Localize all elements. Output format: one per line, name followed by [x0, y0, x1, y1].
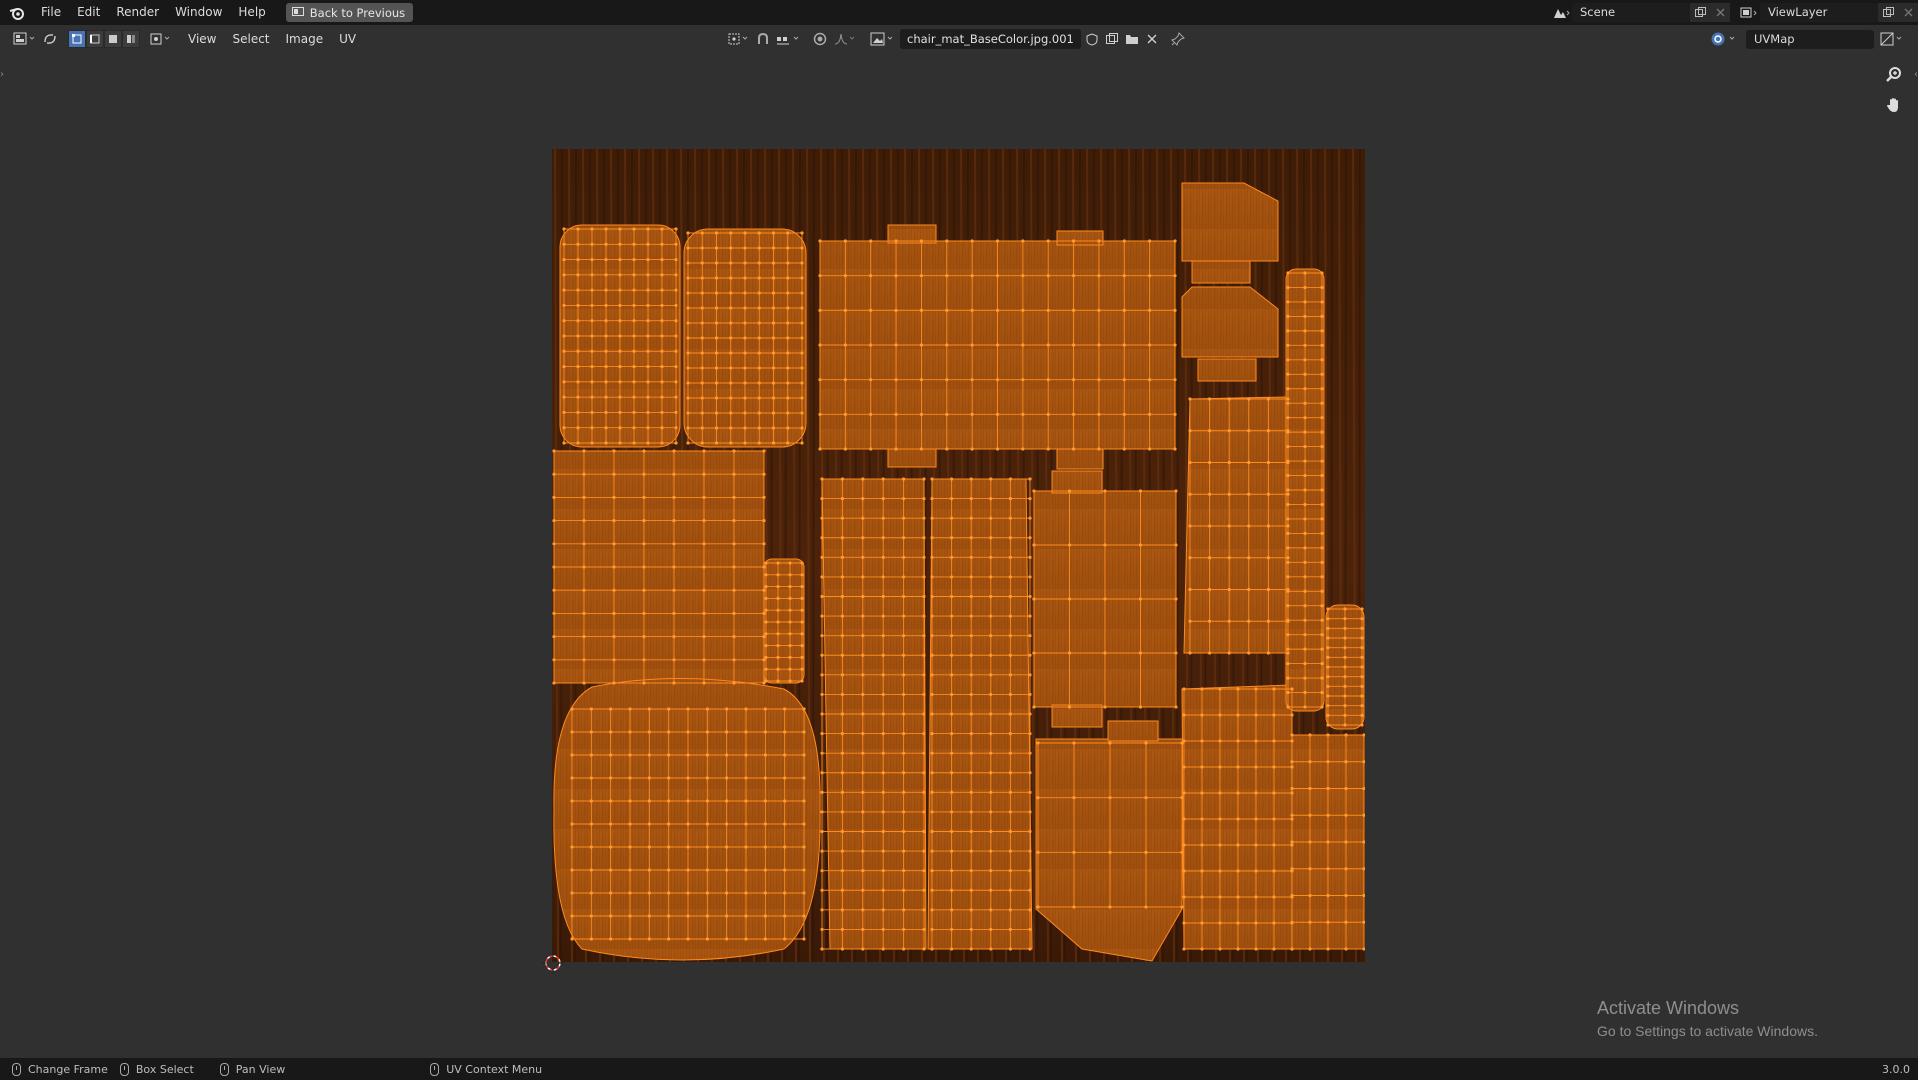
scene-name-field[interactable]: Scene — [1572, 3, 1690, 22]
uv-island[interactable] — [1181, 286, 1279, 358]
edge-select-icon[interactable] — [86, 30, 104, 48]
view-layer-selector[interactable]: ViewLayer — [1738, 3, 1918, 22]
menu-uv[interactable]: UV — [331, 27, 364, 52]
mouse-middle-icon — [219, 1062, 229, 1076]
snap-increment-icon[interactable] — [774, 29, 804, 49]
uv-island[interactable] — [1197, 358, 1257, 382]
2d-cursor-icon[interactable] — [542, 952, 564, 974]
uv-island-tab[interactable] — [1107, 720, 1159, 742]
uv-editor-viewport[interactable]: › ‹ Activate Windows Go to Settings to a… — [0, 53, 1918, 1058]
zoom-icon[interactable] — [1882, 63, 1906, 87]
browse-image-icon[interactable] — [868, 29, 898, 49]
falloff-icon[interactable] — [832, 29, 860, 49]
status-box-select: Box Select — [119, 1062, 194, 1076]
view-layer-icon[interactable] — [1738, 3, 1760, 22]
view-layer-field[interactable]: ViewLayer — [1760, 3, 1878, 22]
uv-island[interactable] — [553, 678, 821, 961]
status-bar: Change Frame Box Select Pan View UV Cont… — [0, 1058, 1918, 1080]
vertex-select-icon[interactable] — [68, 30, 86, 48]
image-name-field[interactable]: chair_mat_BaseColor.jpg.001 — [900, 29, 1081, 49]
face-select-icon[interactable] — [104, 30, 122, 48]
mouse-right-icon — [430, 1062, 440, 1076]
uv-map-field[interactable]: UVMap — [1746, 29, 1874, 49]
mouse-left-icon — [12, 1062, 21, 1076]
toolbar-expand-arrow-icon[interactable]: › — [0, 69, 4, 80]
menu-file[interactable]: File — [33, 0, 69, 25]
overlays-icon[interactable] — [1708, 29, 1742, 49]
unlink-image-icon[interactable] — [1143, 29, 1161, 49]
mouse-drag-icon — [119, 1062, 129, 1076]
proportional-editing-icon[interactable] — [810, 29, 830, 49]
screen-icon — [291, 6, 304, 20]
uv-island-tab[interactable] — [1056, 448, 1104, 470]
open-image-folder-icon[interactable] — [1123, 29, 1141, 49]
uv-island[interactable] — [1181, 684, 1293, 950]
uv-island[interactable] — [763, 558, 805, 684]
sidebar-expand-arrow-icon[interactable]: ‹ — [1914, 69, 1918, 80]
remove-scene-icon[interactable] — [1710, 3, 1730, 22]
menu-image[interactable]: Image — [278, 27, 332, 52]
menu-help[interactable]: Help — [230, 0, 273, 25]
back-to-previous-label: Back to Previous — [309, 5, 406, 20]
menu-render[interactable]: Render — [108, 0, 167, 25]
uv-island[interactable] — [1183, 396, 1293, 654]
status-change-frame: Change Frame — [12, 1062, 108, 1076]
sync-selection-icon[interactable] — [40, 29, 60, 49]
display-channels-icon[interactable] — [1878, 29, 1908, 49]
select-mode-group — [68, 30, 140, 48]
copy-scene-icon[interactable] — [1690, 3, 1710, 22]
blender-logo-icon[interactable] — [7, 3, 27, 23]
uv-island[interactable] — [1191, 260, 1251, 284]
back-to-previous-button[interactable]: Back to Previous — [285, 3, 414, 22]
pan-hand-icon[interactable] — [1882, 93, 1906, 117]
status-label: UV Context Menu — [446, 1062, 543, 1076]
top-bar: File Edit Render Window Help Back to Pre… — [0, 0, 1918, 25]
menu-window[interactable]: Window — [167, 0, 230, 25]
fake-user-shield-icon[interactable] — [1083, 29, 1101, 49]
menu-select[interactable]: Select — [224, 27, 277, 52]
status-uv-context-menu: UV Context Menu — [430, 1062, 543, 1076]
menu-edit[interactable]: Edit — [69, 0, 108, 25]
uv-island-tab[interactable] — [1056, 230, 1104, 246]
uv-editor-header: View Select Image UV chair_mat_BaseColor… — [0, 25, 1918, 53]
uv-island-tab[interactable] — [1051, 470, 1103, 494]
status-pan-view: Pan View — [219, 1062, 286, 1076]
scene-icon[interactable] — [1550, 3, 1572, 22]
watermark-subtitle: Go to Settings to activate Windows. — [1597, 1023, 1818, 1039]
uv-island-tab[interactable] — [887, 448, 937, 468]
snap-icon[interactable] — [754, 29, 772, 49]
uv-island-tab[interactable] — [1051, 704, 1103, 728]
status-label: Change Frame — [28, 1062, 108, 1076]
status-label: Pan View — [235, 1062, 286, 1076]
uv-island[interactable] — [1181, 182, 1279, 262]
new-image-icon[interactable] — [1103, 29, 1121, 49]
copy-view-layer-icon[interactable] — [1878, 3, 1898, 22]
editor-type-icon[interactable] — [10, 29, 40, 49]
version-label: 3.0.0 — [1882, 1062, 1910, 1076]
uv-islands[interactable] — [553, 182, 1365, 962]
activate-windows-watermark: Activate Windows Go to Settings to activ… — [1597, 998, 1818, 1039]
remove-view-layer-icon[interactable] — [1898, 3, 1918, 22]
pin-icon[interactable] — [1167, 29, 1189, 49]
scene-selector[interactable]: Scene — [1550, 3, 1730, 22]
pivot-point-icon[interactable] — [726, 29, 752, 49]
sticky-selection-icon[interactable] — [146, 29, 176, 49]
uv-texture-image[interactable] — [552, 149, 1365, 962]
menu-view[interactable]: View — [180, 27, 224, 52]
island-select-icon[interactable] — [122, 30, 140, 48]
watermark-title: Activate Windows — [1597, 998, 1740, 1018]
status-label: Box Select — [135, 1062, 194, 1076]
